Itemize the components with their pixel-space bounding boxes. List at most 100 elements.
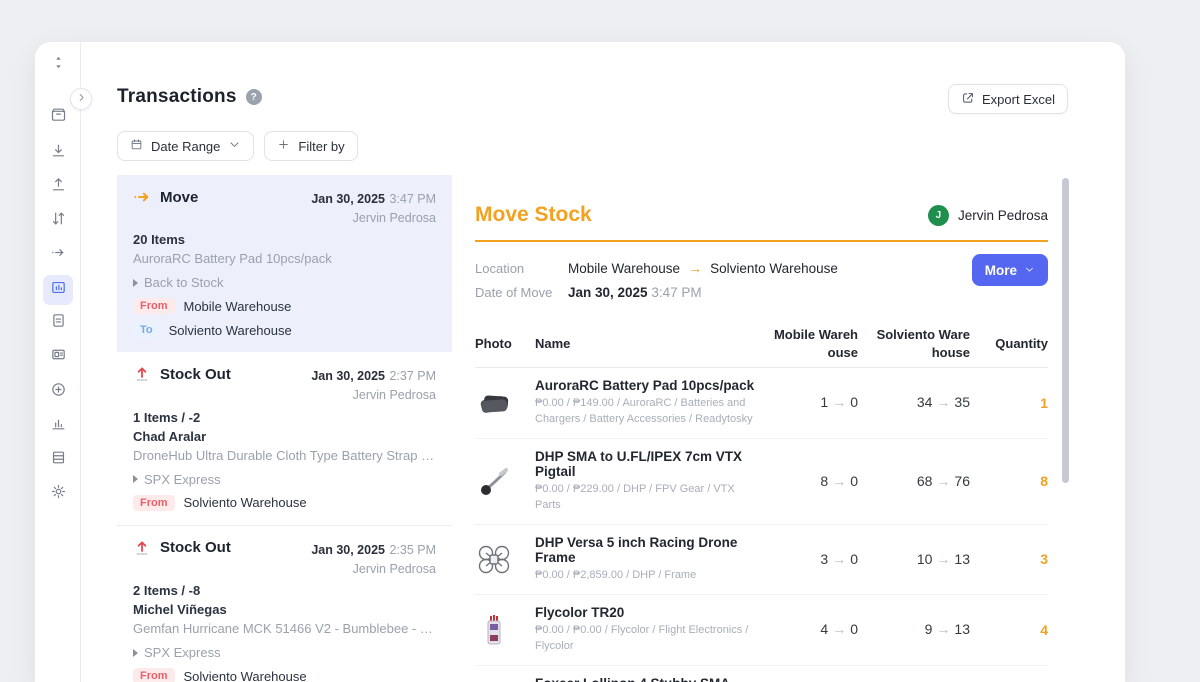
date-range-label: Date Range — [151, 139, 220, 154]
transaction-to-row: To Solviento Warehouse — [133, 322, 436, 338]
sidebar-item-gear-icon[interactable] — [46, 482, 70, 506]
bar-chart-icon — [50, 415, 67, 437]
sidebar-item-transactions-icon[interactable] — [43, 275, 73, 305]
transaction-product: DroneHub Ultra Durable Cloth Type Batter… — [133, 448, 436, 463]
sidebar-item-document-icon[interactable] — [46, 311, 70, 335]
arrow-right-icon: → — [932, 551, 954, 567]
transaction-from-row: From Solviento Warehouse — [133, 668, 436, 682]
table-row[interactable]: AuroraRC Battery Pad 10pcs/pack ₱0.00 / … — [475, 368, 1048, 439]
package-icon — [50, 106, 67, 128]
transaction-note-label: SPX Express — [144, 472, 221, 487]
transaction-note-label: SPX Express — [144, 645, 221, 660]
arrow-right-icon: → — [828, 551, 850, 567]
from-warehouse: Solviento Warehouse — [184, 495, 307, 510]
antenna-photo — [475, 676, 513, 682]
transaction-note-toggle[interactable]: SPX Express — [133, 472, 436, 487]
transaction-customer: Chad Aralar — [133, 429, 436, 444]
arrow-right-icon: → — [828, 621, 850, 637]
detail-title-underline — [475, 240, 1048, 242]
sidebar-item-sort-icon[interactable] — [46, 53, 70, 77]
detail-user-name: Jervin Pedrosa — [958, 208, 1048, 223]
transaction-card[interactable]: Stock Out Jan 30, 2025 2:35 PM Jervin Pe… — [117, 526, 452, 682]
transaction-card[interactable]: Move Jan 30, 2025 3:47 PM Jervin Pedrosa… — [117, 175, 452, 352]
quantity-value: 4 — [970, 622, 1048, 638]
location-row: Location Mobile Warehouse→Solviento Ware… — [475, 256, 1048, 280]
transaction-card[interactable]: Stock Out Jan 30, 2025 2:37 PM Jervin Pe… — [117, 352, 452, 525]
sidebar-item-stock-in-icon[interactable] — [46, 141, 70, 165]
arrow-right-icon: → — [932, 473, 954, 489]
export-icon — [961, 91, 975, 108]
items-table: PhotoNameMobile WarehouseSolviento Wareh… — [475, 320, 1048, 682]
sidebar-item-database-icon[interactable] — [46, 448, 70, 472]
sidebar-item-bar-chart-icon[interactable] — [46, 414, 70, 438]
transaction-list: Move Jan 30, 2025 3:47 PM Jervin Pedrosa… — [117, 175, 452, 682]
sidebar — [35, 42, 81, 682]
sidebar-item-card-icon[interactable] — [46, 345, 70, 369]
pigtail-photo — [475, 464, 513, 498]
transaction-product: Gemfan Hurricane MCK 51466 V2 - Bumblebe… — [133, 621, 436, 636]
sidebar-expand-button[interactable] — [70, 88, 92, 110]
transaction-note-toggle[interactable]: Back to Stock — [133, 275, 436, 290]
transaction-date: Jan 30, 2025 — [311, 369, 385, 383]
column-header: Mobile Warehouse — [770, 326, 858, 361]
solviento-warehouse-change: 9→13 — [870, 620, 970, 639]
transaction-time: 2:35 PM — [389, 543, 436, 557]
sidebar-item-transfer-icon[interactable] — [46, 209, 70, 233]
scrollbar-thumb[interactable] — [1062, 178, 1069, 483]
chevron-right-icon — [76, 90, 87, 108]
transaction-items-count: 2 Items / -8 — [133, 583, 436, 598]
help-icon[interactable]: ? — [246, 89, 262, 105]
quantity-value: 1 — [970, 395, 1048, 411]
transaction-customer: Michel Viñegas — [133, 602, 436, 617]
add-circle-icon — [50, 381, 67, 403]
column-header: Photo — [475, 336, 535, 351]
database-icon — [50, 449, 67, 471]
transaction-user: Jervin Pedrosa — [311, 387, 436, 404]
transaction-note-toggle[interactable]: SPX Express — [133, 645, 436, 660]
location-from: Mobile Warehouse — [568, 261, 680, 276]
product-name: DHP Versa 5 inch Racing Drone Frame — [535, 535, 760, 565]
page-title: Transactions — [117, 86, 237, 108]
detail-scrollbar[interactable] — [1062, 175, 1069, 682]
transaction-type: Stock Out — [160, 366, 231, 383]
mobile-warehouse-change: 3→0 — [770, 550, 858, 569]
more-button[interactable]: More — [972, 254, 1048, 286]
document-icon — [50, 312, 67, 334]
table-row[interactable]: DHP Versa 5 inch Racing Drone Frame ₱0.0… — [475, 525, 1048, 595]
transaction-user: Jervin Pedrosa — [311, 210, 436, 227]
date-range-button[interactable]: Date Range — [117, 131, 254, 161]
app-window: Transactions ? Export Excel Date Range F… — [35, 42, 1125, 682]
arrow-right-icon: → — [828, 394, 850, 410]
from-warehouse: Mobile Warehouse — [184, 299, 292, 314]
stock-in-icon — [50, 142, 67, 164]
solviento-warehouse-change: 68→76 — [870, 472, 970, 491]
product-meta: ₱0.00 / ₱0.00 / Flycolor / Flight Electr… — [535, 623, 760, 655]
sidebar-item-package-icon[interactable] — [46, 105, 70, 129]
product-name: DHP SMA to U.FL/IPEX 7cm VTX Pigtail — [535, 449, 760, 479]
table-row[interactable]: DHP SMA to U.FL/IPEX 7cm VTX Pigtail ₱0.… — [475, 439, 1048, 525]
table-row[interactable]: Flycolor TR20 ₱0.00 / ₱0.00 / Flycolor /… — [475, 595, 1048, 666]
battery-pad-photo — [475, 386, 513, 420]
chevron-down-icon — [1024, 263, 1035, 278]
export-excel-label: Export Excel — [982, 92, 1055, 107]
sidebar-item-stock-out-icon[interactable] — [46, 175, 70, 199]
column-header: Quantity — [970, 336, 1048, 351]
table-row[interactable]: Foxeer Lollipop 4 Stubby SMA Antenna LHC — [475, 666, 1048, 682]
detail-user: J Jervin Pedrosa — [928, 205, 1048, 226]
column-header: Solviento Warehouse — [870, 326, 970, 361]
transaction-product: AuroraRC Battery Pad 10pcs/pack — [133, 251, 436, 266]
more-button-label: More — [985, 263, 1017, 278]
product-name: Flycolor TR20 — [535, 605, 760, 620]
filter-bar: Date Range Filter by — [117, 131, 358, 161]
stock-out-arrow-icon — [133, 539, 151, 557]
filter-by-button[interactable]: Filter by — [264, 131, 357, 161]
export-excel-button[interactable]: Export Excel — [948, 84, 1068, 114]
sidebar-item-move-icon[interactable] — [46, 243, 70, 267]
transactions-icon — [50, 279, 67, 301]
transaction-items-count: 1 Items / -2 — [133, 410, 436, 425]
stock-out-arrow-icon — [133, 365, 151, 383]
sidebar-item-add-circle-icon[interactable] — [46, 380, 70, 404]
transaction-detail-panel: Move Stock J Jervin Pedrosa Location Mob… — [460, 175, 1058, 682]
to-badge: To — [133, 322, 160, 338]
detail-title: Move Stock — [475, 203, 592, 227]
